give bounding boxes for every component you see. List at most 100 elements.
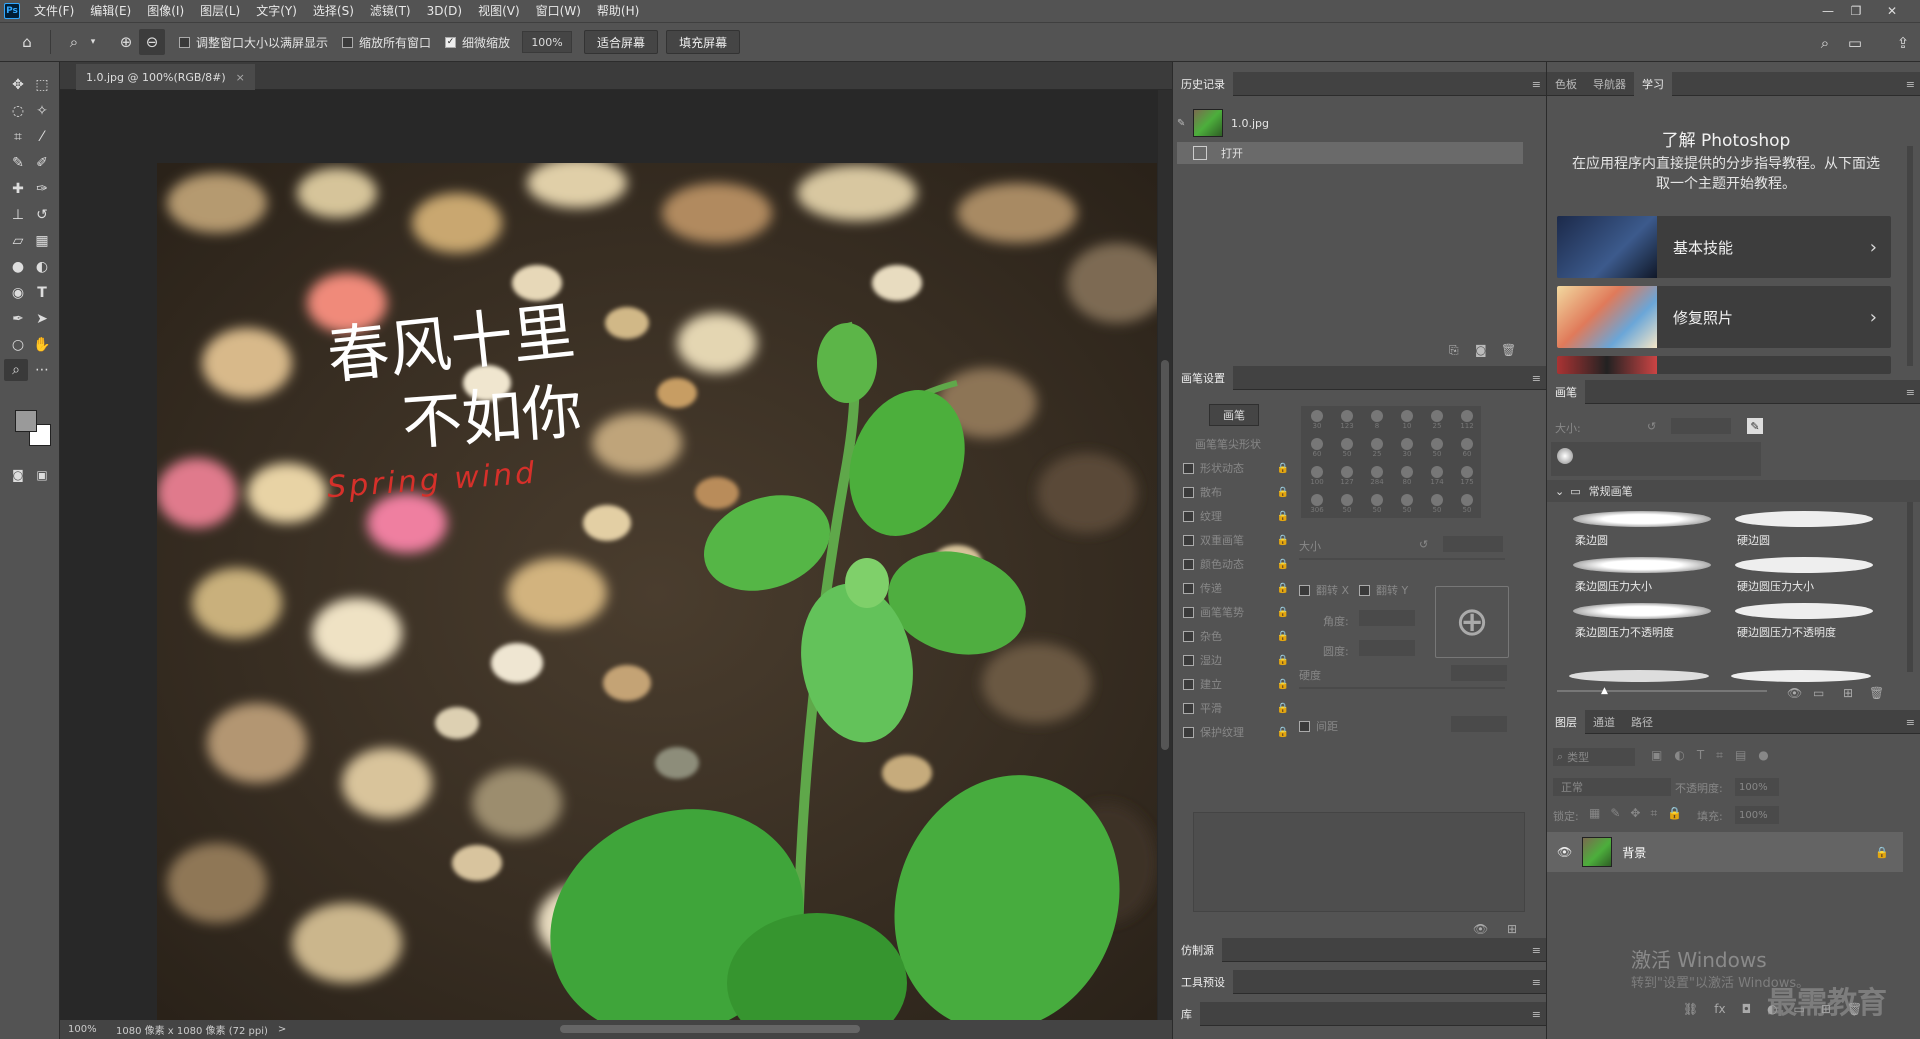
size-slider[interactable] (1299, 558, 1505, 560)
brush-tip-presets[interactable]: 30 123 8 10 25 112 60 50 25 30 50 60 100 127 284 80 174 1… (1301, 406, 1481, 518)
menu-window[interactable]: 窗口(W) (528, 0, 589, 22)
trash-icon[interactable]: 🗑 (1501, 343, 1516, 357)
option-transfer[interactable]: 传递 (1200, 580, 1222, 596)
learn-card-fix-photo[interactable]: 修复照片 › (1557, 286, 1891, 348)
roundness-input[interactable] (1359, 640, 1415, 656)
lock-transparency-icon[interactable]: ▦ (1589, 806, 1600, 821)
checkbox-icon[interactable] (1183, 534, 1194, 546)
reset-size-icon[interactable]: ↺ (1647, 420, 1656, 433)
zoom-value-field[interactable]: 100% (522, 31, 573, 53)
eyedropper-icon[interactable]: ⁄ (30, 126, 54, 148)
document-tab[interactable]: 1.0.jpg @ 100%(RGB/8#) × (76, 64, 255, 90)
checkbox-icon[interactable] (179, 36, 190, 48)
lock-icon[interactable]: 🔒 (1277, 583, 1289, 594)
history-brush-source-icon[interactable]: ✎ (1177, 118, 1193, 129)
menu-3d[interactable]: 3D(D) (419, 0, 470, 22)
brush-preset-tip[interactable]: 30 (1393, 436, 1421, 462)
checkbox-icon[interactable] (1183, 678, 1194, 690)
brush-preset-tip[interactable]: 50 (1453, 492, 1481, 518)
brush-preset-tip[interactable]: 80 (1393, 464, 1421, 490)
flip-y-option[interactable]: 翻转 Y (1359, 582, 1408, 598)
status-arrow-icon[interactable]: > (278, 1024, 286, 1035)
option-shape-dynamics[interactable]: 形状动态 (1200, 460, 1244, 476)
gradient-tool-icon[interactable]: ▦ (30, 230, 54, 252)
brush-soft-round-pressure-size[interactable]: 柔边圆压力大小 (1569, 554, 1715, 596)
type-filter-icon[interactable]: T (1697, 748, 1704, 763)
angle-input[interactable] (1359, 610, 1415, 626)
brush-hard-round-pressure-opacity[interactable]: 硬边圆压力不透明度 (1731, 600, 1877, 642)
checkbox-icon[interactable] (1183, 606, 1194, 618)
new-document-from-state-icon[interactable]: ⎘ (1449, 343, 1459, 358)
lock-icon[interactable]: 🔒 (1875, 846, 1889, 859)
brush-preset-tip[interactable]: 50 (1393, 492, 1421, 518)
brush-preset-tip[interactable]: 8 (1363, 408, 1391, 434)
checkbox-icon[interactable] (1183, 558, 1194, 570)
libraries-header[interactable]: 库 ≡ (1173, 1001, 1547, 1026)
spacing-input[interactable] (1451, 716, 1507, 732)
zoom-readout[interactable]: 100% (68, 1024, 104, 1035)
flip-x-option[interactable]: 翻转 X (1299, 582, 1349, 598)
more-tools-icon[interactable]: ⋯ (30, 359, 54, 381)
trash-icon[interactable]: 🗑 (1869, 686, 1884, 700)
option-brush-pose[interactable]: 画笔笔势 (1200, 604, 1244, 620)
brush-group-general[interactable]: ⌄ ▭ 常规画笔 (1547, 480, 1920, 502)
layer-filter-select[interactable]: ⌕ 类型 (1553, 748, 1635, 766)
lock-icon[interactable]: 🔒 (1277, 727, 1289, 738)
checkbox-icon[interactable] (1183, 462, 1194, 474)
brush-preset-tip[interactable]: 25 (1423, 408, 1451, 434)
option-texture[interactable]: 纹理 (1200, 508, 1222, 524)
panel-menu-icon[interactable]: ≡ (1532, 944, 1541, 957)
fill-screen-button[interactable]: 填充屏幕 (666, 30, 741, 54)
document-image[interactable]: 春风十里 不如你 Spring wind (157, 163, 1157, 1020)
brush-preset-tip[interactable]: 175 (1453, 464, 1481, 490)
checkbox-icon[interactable] (342, 36, 354, 48)
blur-tool-icon[interactable]: ● (6, 256, 30, 278)
checkbox-icon[interactable] (1299, 720, 1310, 732)
option-smoothing[interactable]: 平滑 (1200, 700, 1222, 716)
tab-navigator[interactable]: 导航器 (1585, 72, 1634, 96)
add-mask-icon[interactable]: ◘ (1742, 1002, 1752, 1016)
brush-preset-tip[interactable]: 60 (1303, 436, 1331, 462)
lock-icon[interactable]: 🔒 (1277, 511, 1289, 522)
lock-icon[interactable]: 🔒 (1277, 679, 1289, 690)
brush-preset-tip[interactable]: 30 (1303, 408, 1331, 434)
brush-preset-tip[interactable]: 60 (1453, 436, 1481, 462)
recent-brushes[interactable] (1551, 442, 1761, 476)
screen-mode-icon[interactable]: ▣ (30, 464, 54, 486)
brush-preset-tip[interactable]: 50 (1423, 492, 1451, 518)
brush-settings-toggle-icon[interactable]: ✎ (1747, 418, 1763, 434)
lock-icon[interactable]: 🔒 (1277, 559, 1289, 570)
panel-menu-icon[interactable]: ≡ (1532, 78, 1541, 91)
brush-tool-icon[interactable]: ✎ (6, 152, 30, 174)
crop-tool-icon[interactable]: ⌗ (6, 126, 30, 148)
new-brush-icon[interactable]: ⊞ (1507, 922, 1517, 936)
panel-menu-icon[interactable]: ≡ (1532, 1008, 1541, 1021)
new-brush-icon[interactable]: ⊞ (1843, 686, 1853, 700)
learn-card-basic-skills[interactable]: 基本技能 › (1557, 216, 1891, 278)
smart-object-filter-icon[interactable]: ▤ (1735, 748, 1746, 763)
panel-menu-icon[interactable]: ≡ (1532, 976, 1541, 989)
menu-view[interactable]: 视图(V) (470, 0, 528, 22)
opacity-input[interactable]: 100% (1735, 778, 1779, 796)
clone-source-header[interactable]: 仿制源 ≡ (1173, 937, 1547, 962)
panel-menu-icon[interactable]: ≡ (1906, 78, 1915, 91)
scrubby-zoom-option[interactable]: ✓ 细微缩放 (445, 34, 510, 51)
panel-menu-icon[interactable]: ≡ (1532, 372, 1541, 385)
brush-preset-tip[interactable]: 306 (1303, 492, 1331, 518)
brush-size-input[interactable] (1671, 418, 1731, 434)
option-build-up[interactable]: 建立 (1200, 676, 1222, 692)
search-icon[interactable]: ⌕ (1812, 30, 1838, 56)
brush-preset-tip[interactable]: 112 (1453, 408, 1481, 434)
lasso-tool-icon[interactable]: ◌ (6, 100, 30, 122)
close-window-button[interactable]: ✕ (1878, 0, 1906, 22)
brush-preset-tip[interactable]: 10 (1393, 408, 1421, 434)
horizontal-scroll-thumb[interactable] (560, 1025, 860, 1033)
pixel-filter-icon[interactable]: ▣ (1651, 748, 1662, 763)
clone-stamp-icon[interactable]: ⊥ (6, 204, 30, 226)
brush-preset-tip[interactable]: 50 (1333, 436, 1361, 462)
learn-scrollbar[interactable] (1907, 146, 1913, 366)
menu-edit[interactable]: 编辑(E) (82, 0, 139, 22)
magic-wand-icon[interactable]: ✧ (30, 100, 54, 122)
checkbox-icon[interactable] (1183, 654, 1194, 666)
history-snapshot[interactable]: ✎ 1.0.jpg (1177, 108, 1523, 138)
